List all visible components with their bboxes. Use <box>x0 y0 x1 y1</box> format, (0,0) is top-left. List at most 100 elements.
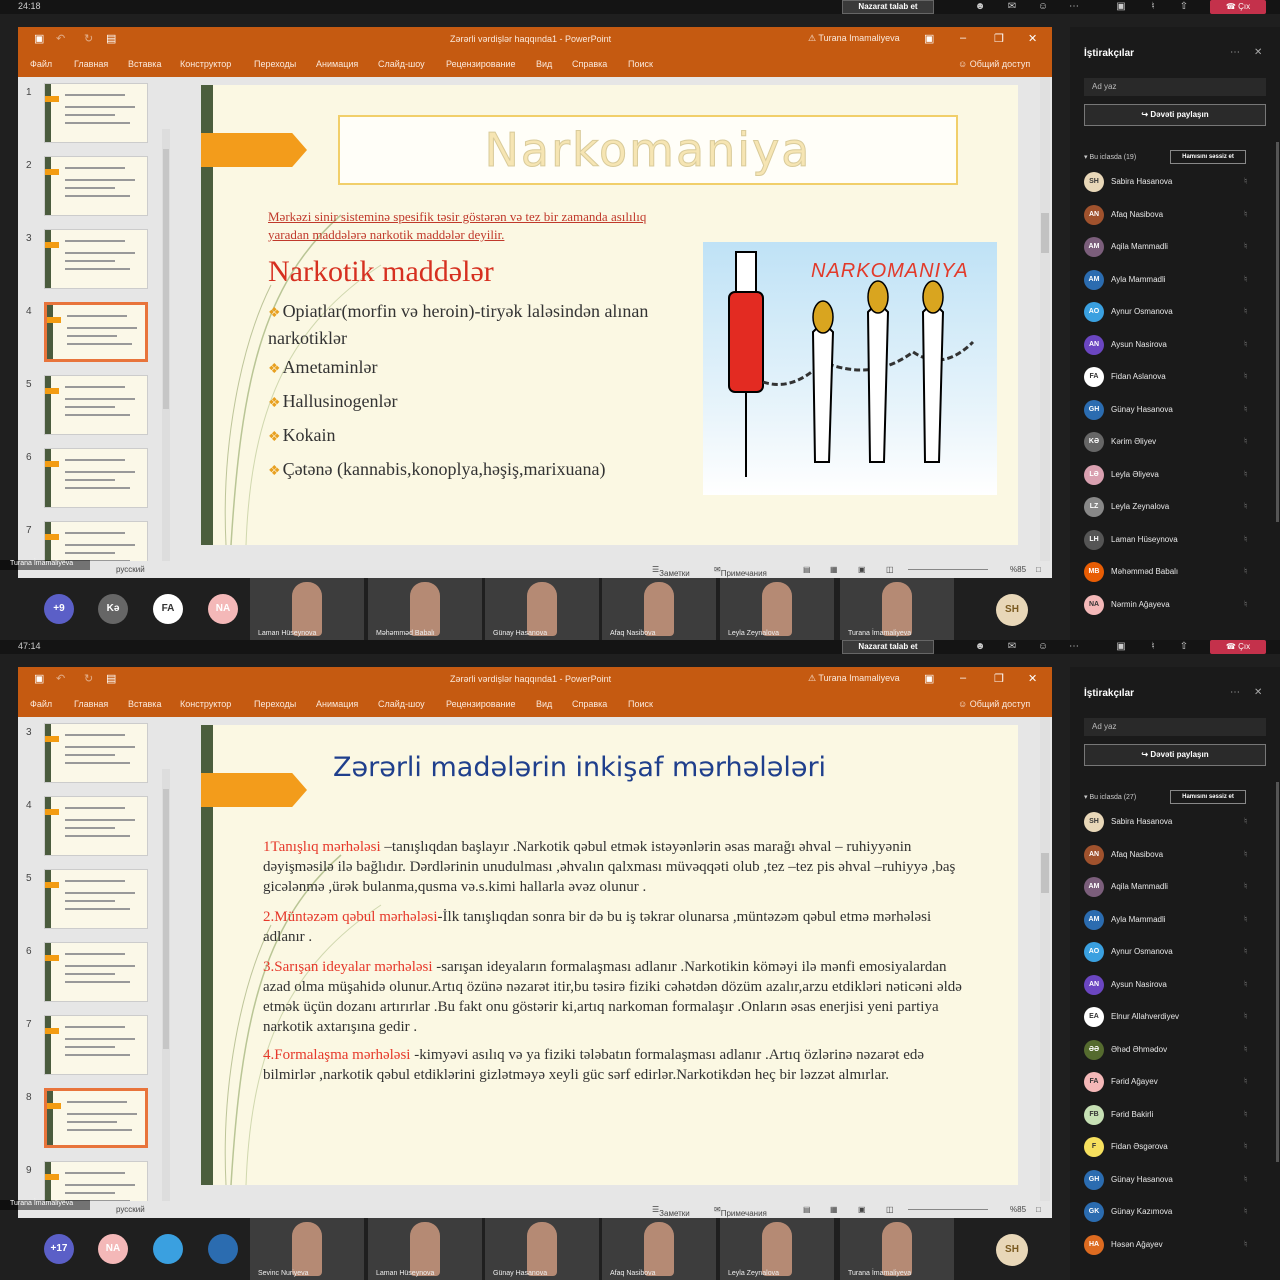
participant-row[interactable]: AM Ayla Mammadli ♮ <box>1084 909 1274 932</box>
ribbon-tab[interactable]: Файл <box>30 699 52 709</box>
video-tile[interactable]: Laman Hüseynova <box>368 1218 482 1280</box>
ribbon-tab[interactable]: Рецензирование <box>446 59 516 69</box>
people-icon[interactable]: ☻ <box>972 641 988 653</box>
slideshow-view-icon[interactable]: ◫ <box>886 1205 894 1214</box>
sorter-view-icon[interactable]: ▦ <box>830 565 838 574</box>
participant-row[interactable]: AM Aqila Mammadli ♮ <box>1084 877 1274 899</box>
video-tile[interactable]: Laman Hüseynova <box>250 578 364 640</box>
ribbon-tab[interactable]: Вставка <box>128 699 161 709</box>
participant-row[interactable]: AO Aynur Osmanova ♮ <box>1084 942 1274 964</box>
name-search-input[interactable]: Ad yaz <box>1084 78 1266 96</box>
ribbon-tab[interactable]: Поиск <box>628 59 653 69</box>
request-control-button[interactable]: Nazarat talab et <box>842 640 934 654</box>
thumbnail-scrollbar[interactable] <box>162 769 170 1245</box>
participant-avatar[interactable]: Kə <box>98 594 128 624</box>
close-icon[interactable]: ✕ <box>1028 32 1037 45</box>
participant-row[interactable]: AN Aysun Nasirova ♮ <box>1084 334 1274 357</box>
participant-row[interactable]: NA Nərmin Ağayeva ♮ <box>1084 594 1274 617</box>
redo-icon[interactable]: ↻ <box>84 32 93 45</box>
ribbon-tab[interactable]: Вид <box>536 59 552 69</box>
slide-thumbnail[interactable] <box>44 1015 148 1075</box>
participant-row[interactable]: MB Məhəmməd Babalı ♮ <box>1084 562 1274 584</box>
slide-scrollbar[interactable] <box>1040 77 1050 561</box>
more-participants-count[interactable]: +17 <box>44 1234 74 1264</box>
slide-thumbnail[interactable] <box>44 156 148 216</box>
ribbon-tab[interactable]: Справка <box>572 59 607 69</box>
comments-button[interactable]: ✉ Примечания <box>714 565 767 578</box>
video-tile[interactable]: Günay Hasanova <box>485 1218 599 1280</box>
section-header[interactable]: ▾ Bu iclasda (19) <box>1084 153 1136 161</box>
slide-thumbnail[interactable] <box>44 375 148 435</box>
participants-scrollbar[interactable] <box>1276 782 1279 1162</box>
name-search-input[interactable]: Ad yaz <box>1084 718 1266 736</box>
participant-row[interactable]: AN Afaq Nasibova ♮ <box>1084 204 1274 227</box>
video-tile[interactable]: Afaq Nasibova <box>602 1218 716 1280</box>
slide-thumbnail[interactable] <box>44 942 148 1002</box>
comments-button[interactable]: ✉ Примечания <box>714 1205 767 1218</box>
participant-row[interactable]: GH Günay Hasanova ♮ <box>1084 1169 1274 1192</box>
leave-button[interactable]: ☎ Çıx <box>1210 0 1266 14</box>
save-icon[interactable]: ▣ <box>34 672 44 685</box>
zoom-level[interactable]: %85 <box>1010 565 1026 574</box>
camera-off-icon[interactable]: ▣ <box>1113 641 1129 653</box>
user-account[interactable]: ⚠ Turana Imamaliyeva <box>808 33 900 44</box>
ribbon-tab[interactable]: Вставка <box>128 59 161 69</box>
request-control-button[interactable]: Nazarat talab et <box>842 0 934 14</box>
ribbon-tab[interactable]: Переходы <box>254 699 296 709</box>
close-panel-icon[interactable]: ✕ <box>1254 47 1262 58</box>
video-tile[interactable]: Günay Hasanova <box>485 578 599 640</box>
slide-thumbnail[interactable] <box>44 869 148 929</box>
more-participants-count[interactable]: +9 <box>44 594 74 624</box>
participant-row[interactable]: FA Fərid Ağayev ♮ <box>1084 1072 1274 1094</box>
zoom-slider[interactable] <box>908 569 988 570</box>
slide-thumbnail[interactable] <box>44 448 148 508</box>
slide-thumbnail[interactable] <box>44 302 148 362</box>
close-panel-icon[interactable]: ✕ <box>1254 687 1262 698</box>
participant-row[interactable]: LƏ Leyla Əliyeva ♮ <box>1084 464 1274 487</box>
video-tile[interactable]: Turana İmamaliyeva <box>840 1218 954 1280</box>
slideshow-view-icon[interactable]: ◫ <box>886 565 894 574</box>
language-status[interactable]: русский <box>116 565 145 574</box>
restore-icon[interactable]: ❐ <box>994 32 1004 45</box>
slide-thumbnail[interactable] <box>44 796 148 856</box>
mute-all-button[interactable]: Hamısını səssiz et <box>1170 790 1246 804</box>
video-tile[interactable]: Turana İmamaliyeva <box>840 578 954 640</box>
redo-icon[interactable]: ↻ <box>84 672 93 685</box>
user-account[interactable]: ⚠ Turana Imamaliyeva <box>808 673 900 684</box>
participant-row[interactable]: AN Afaq Nasibova ♮ <box>1084 844 1274 867</box>
share-screen-icon[interactable]: ⇧ <box>1176 641 1192 653</box>
participant-row[interactable]: SH Sabira Hasanova ♮ <box>1084 812 1274 834</box>
ribbon-tab[interactable]: Рецензирование <box>446 699 516 709</box>
ribbon-tab[interactable]: Переходы <box>254 59 296 69</box>
present-icon[interactable]: ▤ <box>106 672 116 685</box>
participant-avatar[interactable] <box>153 1234 183 1264</box>
participant-row[interactable]: FB Fərid Bakirli ♮ <box>1084 1104 1274 1127</box>
share-invite-button[interactable]: ↪ Dəvəti paylaşın <box>1084 744 1266 766</box>
ribbon-tab[interactable]: Анимация <box>316 59 358 69</box>
ribbon-tab[interactable]: Конструктор <box>180 699 231 709</box>
share-button[interactable]: ☺ Общий доступ <box>958 59 1030 69</box>
participant-row[interactable]: EA Elnur Allahverdiyev ♮ <box>1084 1007 1274 1029</box>
more-icon[interactable]: ⋯ <box>1066 641 1082 653</box>
normal-view-icon[interactable]: ▤ <box>803 565 811 574</box>
notes-button[interactable]: ☰ Заметки <box>652 1205 690 1218</box>
mic-off-icon[interactable]: ♮ <box>1145 1 1161 13</box>
zoom-slider[interactable] <box>908 1209 988 1210</box>
participant-row[interactable]: AM Aqila Mammadli ♮ <box>1084 237 1274 259</box>
mute-all-button[interactable]: Hamısını səssiz et <box>1170 150 1246 164</box>
slide-thumbnail[interactable] <box>44 83 148 143</box>
participant-row[interactable]: GK Günay Kazımova ♮ <box>1084 1202 1274 1224</box>
participant-avatar[interactable]: NA <box>98 1234 128 1264</box>
participant-row[interactable]: LH Laman Hüseynova ♮ <box>1084 529 1274 552</box>
participant-row[interactable]: F Fidan Əsgərova ♮ <box>1084 1137 1274 1159</box>
participant-row[interactable]: HA Həsən Ağayev ♮ <box>1084 1234 1274 1257</box>
participant-avatar[interactable]: NA <box>208 594 238 624</box>
self-avatar[interactable]: SH <box>996 1234 1028 1266</box>
chat-icon[interactable]: ✉ <box>1004 641 1020 653</box>
participant-row[interactable]: SH Sabira Hasanova ♮ <box>1084 172 1274 194</box>
camera-off-icon[interactable]: ▣ <box>1113 1 1129 13</box>
people-icon[interactable]: ☻ <box>972 1 988 13</box>
save-icon[interactable]: ▣ <box>34 32 44 45</box>
undo-icon[interactable]: ↶ <box>56 672 65 685</box>
notes-button[interactable]: ☰ Заметки <box>652 565 690 578</box>
